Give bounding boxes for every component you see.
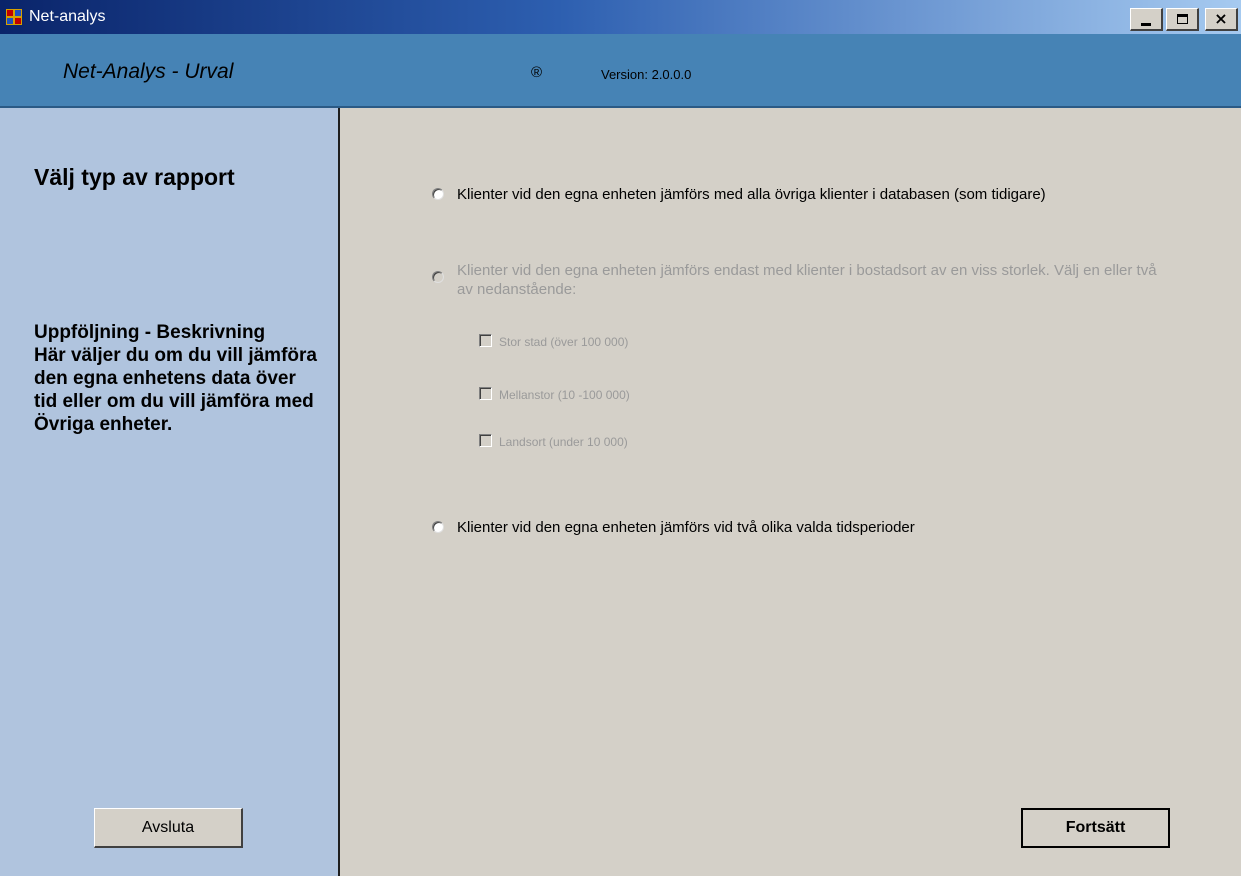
- checkbox-landsort[interactable]: [479, 434, 492, 447]
- checkbox-label-stor-stad[interactable]: Stor stad (över 100 000): [499, 335, 628, 349]
- app-name: Net-Analys - Urval: [63, 60, 234, 83]
- app-icon: [6, 9, 22, 25]
- registered-mark: ®: [531, 64, 543, 81]
- checkbox-stor-stad[interactable]: [479, 334, 492, 347]
- sidebar: Välj typ av rapport Uppföljning - Beskri…: [0, 108, 340, 876]
- sidebar-heading: Välj typ av rapport: [34, 164, 235, 190]
- description-title: Uppföljning - Beskrivning: [34, 322, 266, 343]
- option-radio-residence-size[interactable]: [432, 271, 444, 283]
- option-label-time-periods[interactable]: Klienter vid den egna enheten jämförs vi…: [457, 519, 915, 536]
- window-titlebar[interactable]: Net-analys ×: [0, 0, 1241, 34]
- continue-button[interactable]: Fortsätt: [1021, 808, 1170, 848]
- exit-button[interactable]: Avsluta: [94, 808, 243, 848]
- window-title: Net-analys: [29, 8, 106, 25]
- version-label: Version: 2.0.0.0: [601, 67, 692, 82]
- checkbox-mellanstor[interactable]: [479, 387, 492, 400]
- option-radio-all-clients[interactable]: [432, 188, 444, 200]
- checkbox-label-mellanstor[interactable]: Mellanstor (10 -100 000): [499, 388, 630, 402]
- option-label-residence-size[interactable]: Klienter vid den egna enheten jämförs en…: [457, 261, 1157, 299]
- description-text: Här väljer du om du vill jämföra den egn…: [34, 345, 317, 435]
- option-label-all-clients[interactable]: Klienter vid den egna enheten jämförs me…: [457, 186, 1046, 203]
- app-header: Net-Analys - Urval ® Version: 2.0.0.0: [0, 34, 1241, 108]
- minimize-icon: [1141, 22, 1151, 26]
- minimize-button[interactable]: [1130, 8, 1163, 31]
- main-panel: Klienter vid den egna enheten jämförs me…: [341, 108, 1241, 876]
- checkbox-label-landsort[interactable]: Landsort (under 10 000): [499, 435, 628, 449]
- close-icon: ×: [1214, 9, 1228, 28]
- maximize-button[interactable]: [1166, 8, 1199, 31]
- maximize-icon: [1176, 14, 1188, 24]
- close-button[interactable]: ×: [1205, 8, 1238, 31]
- option-radio-time-periods[interactable]: [432, 521, 444, 533]
